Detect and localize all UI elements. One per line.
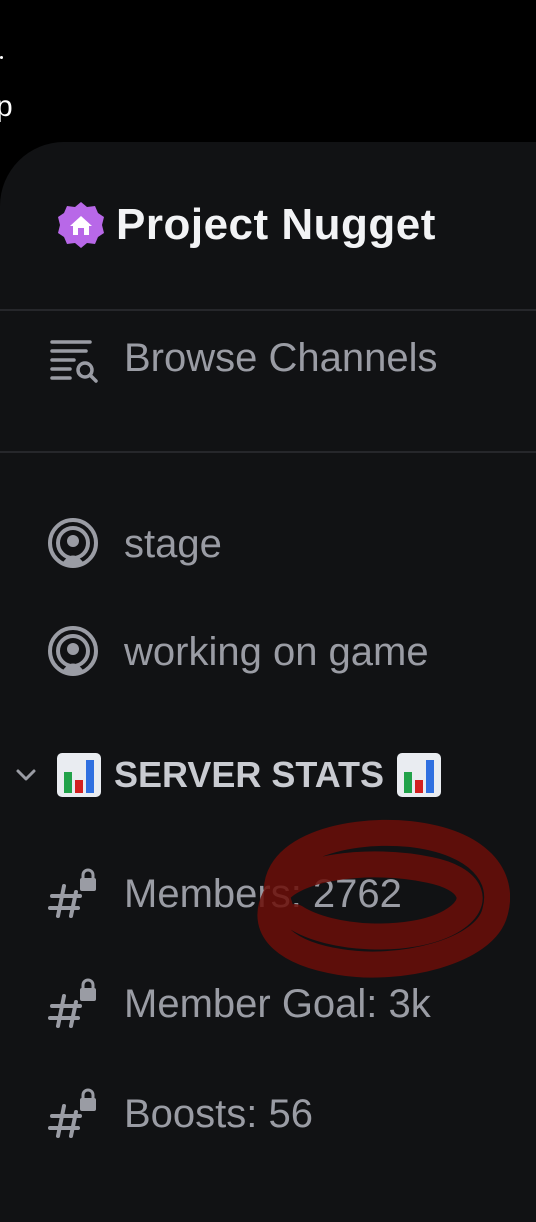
browse-channels-button[interactable]: Browse Channels — [46, 330, 438, 386]
category-label: SERVER STATS — [114, 754, 385, 795]
locked-channel-label: Members: 2762 — [124, 871, 402, 916]
locked-text-channel-icon — [48, 868, 96, 918]
stage-icon — [48, 518, 98, 568]
locked-text-channel-icon — [48, 978, 96, 1028]
category-server-stats[interactable]: SERVER STATS — [14, 752, 442, 798]
browse-channels-label: Browse Channels — [124, 335, 438, 380]
divider — [0, 451, 536, 453]
locked-text-channel-icon — [48, 1088, 96, 1138]
voice-channel-label: working on game — [124, 629, 429, 674]
bar-chart-icon — [397, 753, 442, 797]
locked-channel-label: Member Goal: 3k — [124, 981, 431, 1026]
browse-channels-icon — [50, 340, 98, 383]
server-header[interactable]: Project Nugget — [56, 200, 436, 250]
home-icon — [58, 202, 104, 248]
voice-channel-working-on-game[interactable]: working on game — [46, 624, 429, 680]
chevron-down-icon — [16, 769, 36, 781]
status-dot — [0, 56, 3, 59]
locked-channel-boosts[interactable]: Boosts: 56 — [46, 1086, 313, 1142]
channel-sidebar: Project Nugget Browse Channels stage wor… — [0, 142, 536, 1222]
bar-chart-icon — [57, 753, 101, 797]
stage-icon — [48, 626, 98, 676]
voice-channel-label: stage — [124, 521, 222, 566]
statusbar-cutoff-text: p — [0, 90, 13, 123]
locked-channel-label: Boosts: 56 — [124, 1091, 314, 1136]
locked-channel-members[interactable]: Members: 2762 — [46, 866, 402, 922]
server-name: Project Nugget — [116, 200, 436, 249]
voice-channel-stage[interactable]: stage — [46, 516, 222, 572]
divider — [0, 309, 536, 311]
locked-channel-member-goal[interactable]: Member Goal: 3k — [46, 976, 431, 1032]
